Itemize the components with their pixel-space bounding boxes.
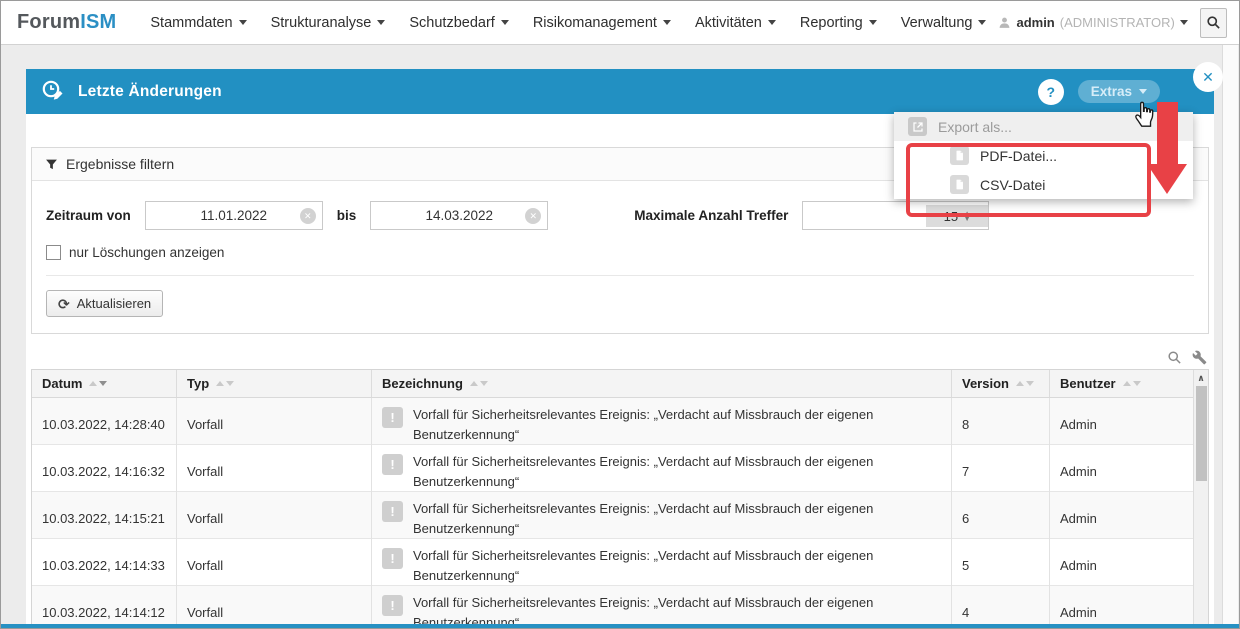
csv-file-icon <box>950 175 969 194</box>
sort-icons[interactable] <box>89 381 107 386</box>
col-header-bezeichnung[interactable]: Bezeichnung <box>372 370 952 397</box>
top-nav: ForumISM Stammdaten Strukturanalyse Schu… <box>1 1 1239 45</box>
sort-icons[interactable] <box>470 381 488 386</box>
sort-icons[interactable] <box>1016 381 1034 386</box>
help-button[interactable]: ? <box>1038 79 1064 105</box>
spinner-arrows-icon[interactable]: ▲▼ <box>963 211 971 221</box>
panel-title: Letzte Änderungen <box>78 83 222 101</box>
table-header-row: Datum Typ Bezeichnung Version Benutzer <box>32 370 1208 398</box>
warning-icon: ! <box>382 595 403 616</box>
table-row[interactable]: 10.03.2022, 14:14:33 Vorfall !Vorfall fü… <box>32 539 1208 586</box>
zeitraum-von-label: Zeitraum von <box>46 208 131 223</box>
number-spinner[interactable]: 15 ▲▼ <box>926 205 988 227</box>
user-menu[interactable]: admin (ADMINISTRATOR) <box>998 15 1187 30</box>
table-row[interactable]: 10.03.2022, 14:16:32 Vorfall !Vorfall fü… <box>32 445 1208 492</box>
search-button[interactable] <box>1200 8 1227 38</box>
refresh-icon: ⟳ <box>58 297 70 311</box>
export-icon <box>908 117 927 136</box>
chevron-down-icon <box>1139 89 1147 94</box>
app-logo[interactable]: ForumISM <box>17 11 116 34</box>
nav-item-aktivitaeten[interactable]: Aktivitäten <box>695 15 776 31</box>
table-search-icon[interactable] <box>1167 350 1182 365</box>
nav-item-strukturanalyse[interactable]: Strukturanalyse <box>271 15 386 31</box>
user-name: admin <box>1016 15 1054 30</box>
table-row[interactable]: 10.03.2022, 14:28:40 Vorfall !Vorfall fü… <box>32 398 1208 445</box>
annotation-arrow-head <box>1147 164 1187 194</box>
nav-item-reporting[interactable]: Reporting <box>800 15 877 31</box>
table-settings-wrench-icon[interactable] <box>1192 350 1207 365</box>
chevron-down-icon <box>501 20 509 25</box>
pdf-file-icon <box>950 146 969 165</box>
col-header-benutzer[interactable]: Benutzer <box>1050 370 1195 397</box>
max-treffer-label: Maximale Anzahl Treffer <box>634 208 788 223</box>
close-button[interactable]: ✕ <box>1193 62 1223 92</box>
table-scrollbar[interactable]: ∧ ∨ <box>1193 370 1208 628</box>
warning-icon: ! <box>382 407 403 428</box>
max-treffer-input[interactable]: 15 ▲▼ <box>802 201 989 230</box>
chevron-down-icon <box>978 20 986 25</box>
scrollbar-thumb[interactable] <box>1196 386 1207 481</box>
clear-icon[interactable]: ✕ <box>300 208 316 224</box>
chevron-down-icon <box>377 20 385 25</box>
annotation-arrow <box>1157 102 1178 166</box>
divider <box>46 275 1194 276</box>
panel-header: Letzte Änderungen ? Extras ✕ <box>26 69 1214 114</box>
warning-icon: ! <box>382 548 403 569</box>
chevron-down-icon <box>768 20 776 25</box>
warning-icon: ! <box>382 501 403 522</box>
user-role: (ADMINISTRATOR) <box>1060 15 1175 30</box>
nav-item-schutzbedarf[interactable]: Schutzbedarf <box>409 15 508 31</box>
table-toolbar <box>33 350 1207 365</box>
chevron-down-icon <box>239 20 247 25</box>
col-header-version[interactable]: Version <box>952 370 1050 397</box>
nur-loeschungen-label: nur Löschungen anzeigen <box>69 245 224 260</box>
filter-icon <box>45 158 58 171</box>
date-from-input[interactable]: 11.01.2022 ✕ <box>145 201 323 230</box>
sort-icons[interactable] <box>216 381 234 386</box>
warning-icon: ! <box>382 454 403 475</box>
nav-item-stammdaten[interactable]: Stammdaten <box>150 15 246 31</box>
nav-item-risikomanagement[interactable]: Risikomanagement <box>533 15 671 31</box>
search-icon <box>1206 15 1221 30</box>
bis-label: bis <box>337 208 357 223</box>
table-row[interactable]: 10.03.2022, 14:14:12 Vorfall !Vorfall fü… <box>32 586 1208 628</box>
changes-table: Datum Typ Bezeichnung Version Benutzer 1… <box>31 369 1209 628</box>
chevron-down-icon <box>663 20 671 25</box>
chevron-down-icon <box>869 20 877 25</box>
date-to-input[interactable]: 14.03.2022 ✕ <box>370 201 548 230</box>
col-header-typ[interactable]: Typ <box>177 370 372 397</box>
table-row[interactable]: 10.03.2022, 14:15:21 Vorfall !Vorfall fü… <box>32 492 1208 539</box>
user-icon <box>998 16 1011 29</box>
col-header-datum[interactable]: Datum <box>32 370 177 397</box>
app-window: ForumISM Stammdaten Strukturanalyse Schu… <box>0 0 1240 629</box>
history-edit-icon <box>40 79 66 105</box>
scroll-up-icon[interactable]: ∧ <box>1194 373 1208 384</box>
chevron-down-icon <box>1180 20 1188 25</box>
aktualisieren-button[interactable]: ⟳ Aktualisieren <box>46 290 163 317</box>
window-scrollbar[interactable] <box>1222 45 1238 628</box>
clear-icon[interactable]: ✕ <box>525 208 541 224</box>
mouse-cursor-hand-icon <box>1129 96 1159 131</box>
nav-item-verwaltung[interactable]: Verwaltung <box>901 15 987 31</box>
page-bottom-accent <box>1 624 1239 628</box>
nur-loeschungen-checkbox[interactable] <box>46 245 61 260</box>
sort-icons[interactable] <box>1123 381 1141 386</box>
